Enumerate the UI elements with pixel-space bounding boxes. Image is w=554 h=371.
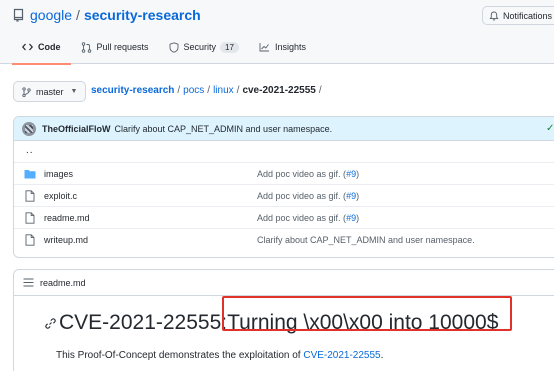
file-icon	[25, 212, 35, 224]
file-icon	[25, 190, 35, 202]
commit-text: Add poc video as gif. (	[257, 191, 347, 201]
graph-icon	[259, 43, 269, 52]
breadcrumb-separator: /	[177, 85, 181, 96]
code-icon	[22, 43, 33, 51]
file-row[interactable]: images Add poc video as gif. (#9)	[14, 163, 554, 185]
pr-link[interactable]: #9	[346, 169, 356, 179]
commit-text: Clarify about CAP_NET_ADMIN and user nam…	[257, 235, 475, 245]
file-commit-message[interactable]: Add poc video as gif. (#9)	[257, 169, 359, 179]
file-commit-message[interactable]: Add poc video as gif. (#9)	[257, 191, 359, 201]
chevron-down-icon: ▼	[70, 88, 78, 95]
cve-link[interactable]: CVE-2021-22555	[303, 350, 380, 361]
check-icon[interactable]: ✓	[546, 123, 554, 134]
file-name-link[interactable]: images	[44, 169, 73, 179]
breadcrumb-separator: /	[207, 85, 211, 96]
tab-label: Code	[38, 42, 61, 52]
breadcrumb: security-research / pocs / linux / cve-2…	[91, 85, 325, 96]
repo-separator: /	[76, 7, 80, 23]
file-name-link[interactable]: writeup.md	[44, 235, 88, 245]
readme-text: This Proof-Of-Concept demonstrates the e…	[56, 350, 304, 361]
tab-label: Pull requests	[96, 42, 149, 52]
repo-name-link[interactable]: security-research	[84, 7, 201, 23]
tab-label: Insights	[274, 42, 306, 52]
commit-message-link[interactable]: Clarify about CAP_NET_ADMIN and user nam…	[115, 124, 333, 134]
file-commit-message[interactable]: Clarify about CAP_NET_ADMIN and user nam…	[257, 235, 475, 245]
file-row[interactable]: readme.md Add poc video as gif. (#9)	[14, 207, 554, 229]
breadcrumb-root-link[interactable]: security-research	[91, 85, 174, 96]
parent-directory-row[interactable]: ..	[14, 141, 554, 163]
folder-icon	[24, 170, 36, 179]
repo-icon	[13, 8, 24, 22]
repo-header: google / security-research Notifications…	[0, 0, 554, 65]
commit-text: Add poc video as gif. (	[257, 169, 347, 179]
commit-text-end: )	[356, 191, 360, 201]
security-count-badge: 17	[220, 41, 239, 53]
file-row[interactable]: writeup.md Clarify about CAP_NET_ADMIN a…	[14, 229, 554, 251]
notifications-label: Notifications	[503, 10, 553, 21]
repo-owner-link[interactable]: google	[30, 7, 72, 23]
breadcrumb-current: cve-2021-22555	[242, 85, 316, 96]
link-icon[interactable]	[45, 317, 56, 329]
breadcrumb-link-pocs[interactable]: pocs	[183, 85, 204, 96]
readme-paragraph: This Proof-Of-Concept demonstrates the e…	[56, 350, 383, 361]
file-row[interactable]: exploit.c Add poc video as gif. (#9)	[14, 185, 554, 207]
commit-text-end: )	[356, 213, 360, 223]
tab-label: Security	[183, 42, 217, 52]
tab-security[interactable]: Security 17	[159, 36, 249, 58]
pr-link[interactable]: #9	[346, 191, 356, 201]
file-name-link[interactable]: readme.md	[44, 213, 90, 223]
readme-title-prefix: CVE-2021-22555:	[59, 311, 228, 334]
avatar[interactable]	[22, 121, 36, 136]
file-icon	[25, 234, 35, 246]
tab-code[interactable]: Code	[12, 36, 71, 65]
list-icon[interactable]	[23, 278, 34, 287]
file-name-link[interactable]: exploit.c	[44, 191, 77, 201]
readme-panel: readme.md CVE-2021-22555: Turning \x00\x…	[13, 269, 554, 371]
file-browser: TheOfficialFloW Clarify about CAP_NET_AD…	[13, 116, 554, 258]
commit-author-link[interactable]: TheOfficialFloW	[42, 124, 111, 134]
tab-insights[interactable]: Insights	[249, 36, 316, 58]
readme-title: CVE-2021-22555: Turning \x00\x00 into 10…	[45, 311, 498, 335]
commit-text-end: )	[356, 169, 360, 179]
latest-commit-bar: TheOfficialFloW Clarify about CAP_NET_AD…	[14, 117, 554, 141]
repo-title: google / security-research	[13, 6, 201, 24]
repo-tabs: Code Pull requests Security 17 Insights	[12, 36, 316, 65]
commit-text: Add poc video as gif. (	[257, 213, 347, 223]
parent-directory-link[interactable]: ..	[26, 145, 34, 156]
breadcrumb-separator: /	[318, 85, 322, 96]
pr-link[interactable]: #9	[346, 213, 356, 223]
file-commit-message[interactable]: Add poc video as gif. (#9)	[257, 213, 359, 223]
breadcrumb-separator: /	[236, 85, 240, 96]
branch-icon	[22, 86, 31, 97]
readme-title-highlight: Turning \x00\x00 into 10000$	[227, 311, 499, 334]
shield-icon	[169, 41, 178, 53]
branch-selector-button[interactable]: master ▼	[13, 81, 86, 102]
readme-text-end: .	[380, 350, 384, 361]
breadcrumb-link-linux[interactable]: linux	[213, 85, 234, 96]
branch-label: master	[36, 86, 64, 97]
tab-pull-requests[interactable]: Pull requests	[71, 36, 159, 58]
notifications-button[interactable]: Notifications	[482, 6, 554, 25]
bell-icon	[489, 11, 499, 20]
readme-header: readme.md	[14, 270, 554, 296]
readme-filename: readme.md	[40, 277, 86, 288]
pull-request-icon	[81, 41, 91, 53]
